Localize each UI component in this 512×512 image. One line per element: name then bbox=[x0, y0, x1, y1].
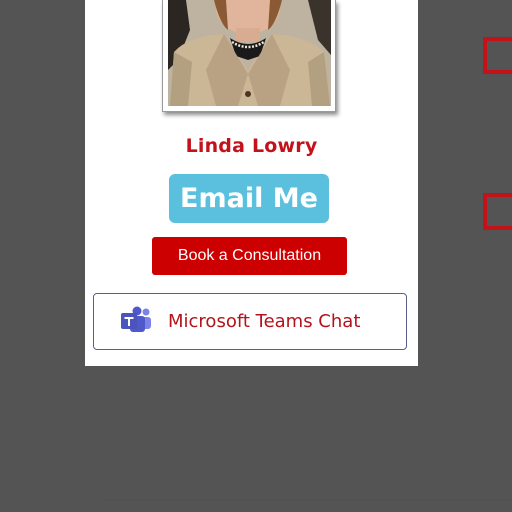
contact-card: Linda Lowry Email Me Book a Consultation… bbox=[85, 0, 418, 366]
teams-chat-button[interactable]: Microsoft Teams Chat bbox=[93, 293, 407, 350]
page: Linda Lowry Email Me Book a Consultation… bbox=[0, 0, 512, 512]
book-consultation-button[interactable]: Book a Consultation bbox=[152, 237, 347, 275]
photo-frame bbox=[162, 0, 336, 112]
profile-photo bbox=[168, 0, 331, 106]
microsoft-teams-icon bbox=[120, 306, 152, 334]
side-box-top bbox=[483, 37, 512, 74]
profile-name: Linda Lowry bbox=[185, 135, 318, 157]
teams-chat-label: Microsoft Teams Chat bbox=[168, 311, 361, 332]
email-me-button[interactable]: Email Me bbox=[169, 174, 329, 223]
profile-photo-image bbox=[168, 0, 331, 106]
side-box-middle bbox=[483, 193, 512, 230]
bottom-divider bbox=[100, 499, 512, 500]
